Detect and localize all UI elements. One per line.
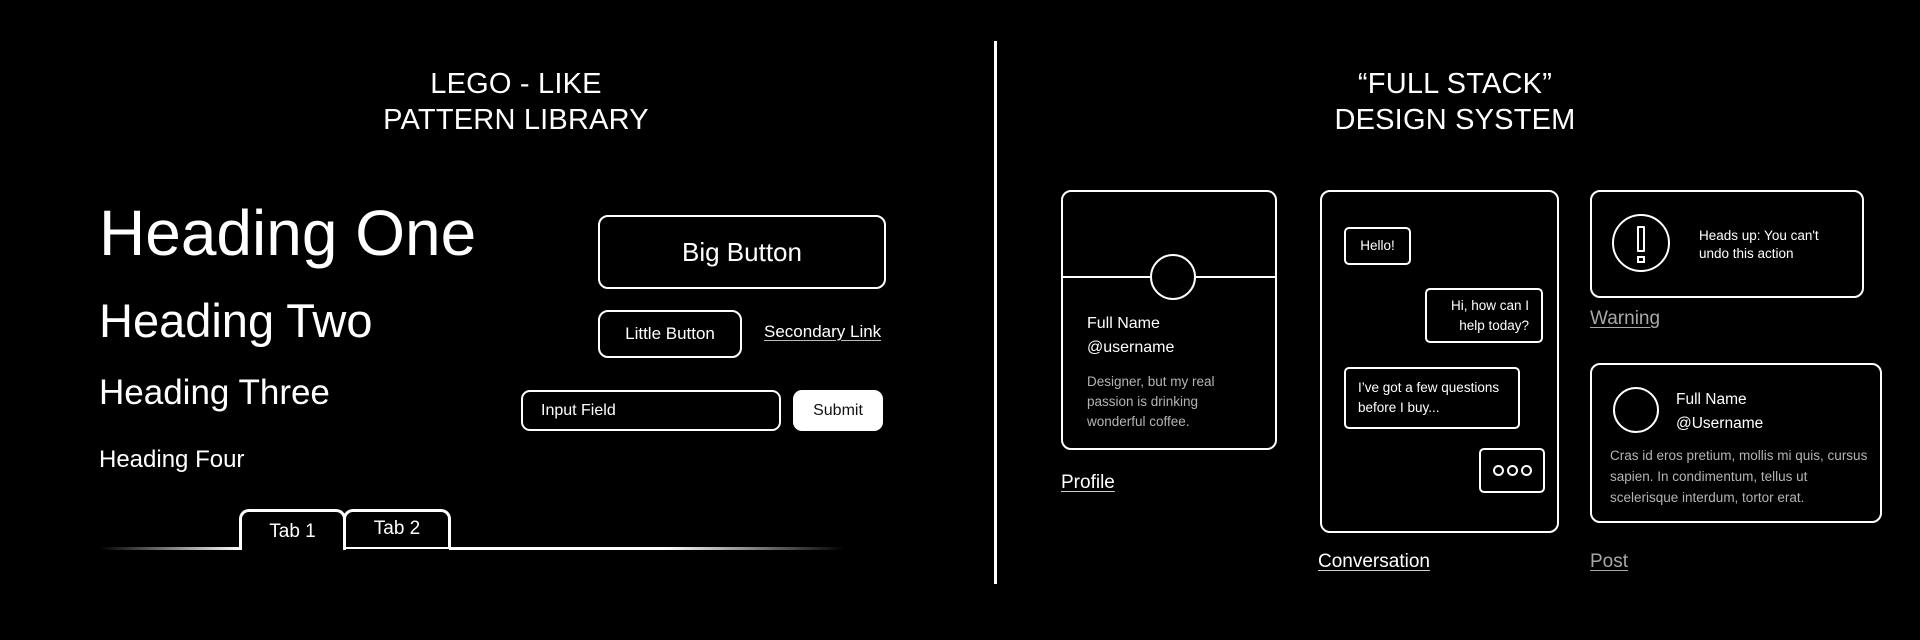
profile-bio: Designer, but my real passion is drinkin…: [1087, 374, 1215, 429]
post-full-name: Full Name: [1676, 391, 1747, 408]
big-button[interactable]: Big Button: [598, 215, 886, 289]
conversation-card: Hello! Hi, how can I help today? I’ve go…: [1320, 190, 1559, 533]
tab-baseline: [100, 547, 241, 550]
profile-full-name: Full Name: [1087, 315, 1160, 332]
secondary-link[interactable]: Secondary Link: [764, 322, 881, 342]
input-field[interactable]: [521, 390, 781, 431]
heading-one: Heading One: [99, 197, 477, 269]
post-username: @Username: [1676, 415, 1764, 432]
message-bubble: I’ve got a few questions before I buy...: [1344, 367, 1520, 429]
typing-dot-icon: [1520, 465, 1532, 476]
profile-card: Full Name @username Designer, but my rea…: [1061, 190, 1277, 450]
tab-1[interactable]: Tab 1: [239, 509, 346, 550]
warning-label-link[interactable]: Warning: [1590, 308, 1660, 330]
pattern-library-title-line2: PATTERN LIBRARY: [383, 104, 649, 136]
typing-dot-icon: [1506, 465, 1518, 476]
post-label-link[interactable]: Post: [1590, 551, 1628, 573]
avatar: [1150, 254, 1196, 300]
exclamation-bar: [1637, 226, 1645, 252]
message-bubble: Hello!: [1344, 227, 1411, 265]
design-system-title-line2: DESIGN SYSTEM: [1334, 104, 1576, 136]
warning-message: Heads up: You can't undo this action: [1699, 228, 1819, 261]
message-bubble: Hi, how can I help today?: [1425, 288, 1543, 343]
typing-indicator: [1479, 448, 1545, 493]
warning-card: Heads up: You can't undo this action: [1590, 190, 1864, 298]
section-divider: [994, 41, 997, 584]
design-system-title-line1: “FULL STACK”: [1357, 68, 1553, 100]
exclamation-dot: [1637, 256, 1645, 263]
tab-label: Tab 1: [269, 521, 316, 542]
post-card: Full Name @Username Cras id eros pretium…: [1590, 363, 1882, 523]
design-system-title: “FULL STACK” DESIGN SYSTEM: [1250, 66, 1660, 138]
typing-dot-icon: [1492, 465, 1504, 476]
pattern-library-title-line1: LEGO - LIKE: [430, 68, 602, 100]
pattern-library-title: LEGO - LIKE PATTERN LIBRARY: [311, 66, 721, 138]
little-button[interactable]: Little Button: [598, 310, 742, 358]
post-body: Cras id eros pretium, mollis mi quis, cu…: [1610, 448, 1868, 505]
profile-username: @username: [1087, 339, 1175, 356]
tab-2[interactable]: Tab 2: [343, 509, 451, 549]
tab-baseline: [449, 547, 844, 550]
submit-button[interactable]: Submit: [793, 390, 883, 431]
heading-three: Heading Three: [99, 373, 330, 412]
exclamation-circle-icon: [1612, 214, 1670, 272]
tab-label: Tab 2: [373, 517, 421, 539]
conversation-label-link[interactable]: Conversation: [1318, 551, 1430, 573]
heading-two: Heading Two: [99, 294, 373, 347]
profile-label-link[interactable]: Profile: [1061, 472, 1115, 494]
heading-four: Heading Four: [99, 446, 245, 473]
avatar: [1613, 387, 1659, 433]
